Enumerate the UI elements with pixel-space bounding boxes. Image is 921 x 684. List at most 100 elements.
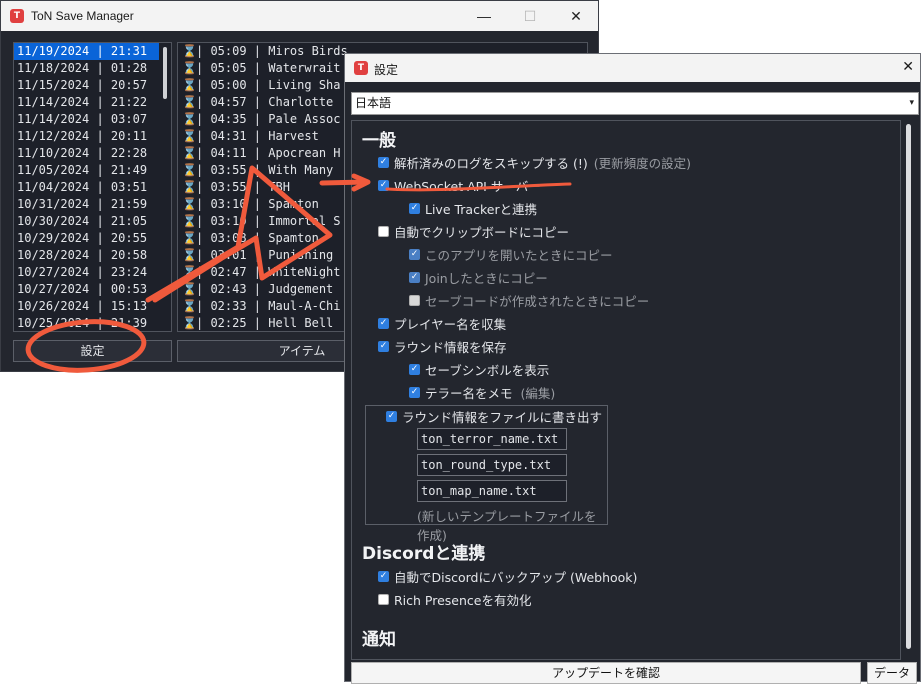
rich-presence-checkbox[interactable]: Rich Presenceを有効化 bbox=[378, 590, 532, 609]
date-list-item[interactable]: 11/19/2024 | 21:31 bbox=[14, 43, 159, 60]
round-list-item-text: | 04:11 | Apocrean H bbox=[196, 146, 341, 160]
check-updates-button[interactable]: アップデートを確認 bbox=[351, 662, 861, 684]
edit-terror-memo-link[interactable]: (編集) bbox=[521, 383, 556, 402]
main-window-title: ToN Save Manager bbox=[31, 9, 134, 23]
date-list-item[interactable]: 11/05/2024 | 21:49 bbox=[14, 162, 171, 179]
round-list-item-text: | 05:05 | Waterwrait bbox=[196, 61, 341, 75]
save-round-info-checkbox[interactable]: ✓ ラウンド情報を保存 bbox=[378, 337, 507, 356]
hourglass-icon: ⌛ bbox=[182, 265, 197, 279]
map-name-file-field[interactable]: ton_map_name.txt bbox=[417, 480, 567, 502]
minimize-button[interactable]: — bbox=[461, 1, 507, 31]
date-list-scroll-thumb[interactable] bbox=[163, 47, 167, 99]
copy-on-savecode-checkbox[interactable]: セーブコードが作成されたときにコピー bbox=[409, 291, 649, 310]
date-list-item[interactable]: 10/31/2024 | 21:59 bbox=[14, 196, 171, 213]
date-list-item[interactable]: 11/10/2024 | 22:28 bbox=[14, 145, 171, 162]
live-tracker-checkbox[interactable]: ✓ Live Trackerと連携 bbox=[409, 199, 537, 218]
close-icon: ✕ bbox=[902, 59, 914, 75]
date-list-item[interactable]: 10/29/2024 | 20:55 bbox=[14, 230, 171, 247]
settings-scroll-thumb[interactable] bbox=[906, 124, 911, 649]
discord-heading: Discordと連携 bbox=[362, 544, 486, 564]
date-list-item[interactable]: 10/28/2024 | 20:58 bbox=[14, 247, 171, 264]
notifications-heading: 通知 bbox=[362, 630, 396, 650]
date-list-item[interactable]: 11/14/2024 | 03:07 bbox=[14, 111, 171, 128]
websocket-label: WebSocket API サーバー bbox=[394, 179, 541, 194]
maximize-button[interactable]: ☐ bbox=[507, 1, 553, 31]
date-list-item[interactable]: 10/27/2024 | 00:53 bbox=[14, 281, 171, 298]
date-list[interactable]: 11/19/2024 | 21:31 11/18/2024 | 01:28 11/1… bbox=[13, 42, 172, 332]
round-list-item-text: | 02:43 | Judgement bbox=[196, 282, 334, 296]
auto-clipboard-label: 自動でクリップボードにコピー bbox=[394, 225, 570, 240]
main-titlebar[interactable]: T ToN Save Manager — ☐ ✕ bbox=[1, 1, 598, 31]
memo-terror-name-label: テラー名をメモ bbox=[425, 386, 513, 401]
collect-player-names-label: プレイヤー名を収集 bbox=[394, 317, 507, 332]
date-list-item[interactable]: 11/04/2024 | 03:51 bbox=[14, 179, 171, 196]
date-list-item[interactable]: 10/25/2024 | 21:39 bbox=[14, 315, 171, 331]
hourglass-icon: ⌛ bbox=[182, 112, 197, 126]
round-list-item-text: | 02:25 | Hell Bell bbox=[196, 316, 334, 330]
round-list-item-text: | 03:08 | Spamton bbox=[196, 231, 319, 245]
hourglass-icon: ⌛ bbox=[182, 197, 197, 211]
round-list-item-text: | 02:33 | Maul-A-Chi bbox=[196, 299, 341, 313]
round-type-file-field[interactable]: ton_round_type.txt bbox=[417, 454, 567, 476]
skip-parsed-checkbox[interactable]: ✓ 解析済みのログをスキップする (!) (更新頻度の設定) bbox=[378, 153, 691, 172]
settings-window-title: 設定 bbox=[374, 63, 399, 77]
round-list-item-text: | 04:57 | Charlotte bbox=[196, 95, 334, 109]
close-button[interactable]: ✕ bbox=[553, 1, 599, 31]
show-save-symbol-label: セーブシンボルを表示 bbox=[425, 363, 550, 378]
hourglass-icon: ⌛ bbox=[182, 163, 197, 177]
checkbox-checked-icon: ✓ bbox=[409, 272, 420, 283]
checkbox-checked-icon: ✓ bbox=[378, 180, 389, 191]
date-list-item[interactable]: 10/27/2024 | 23:24 bbox=[14, 264, 171, 281]
round-list-item-text: | 03:55 | With Many bbox=[196, 163, 334, 177]
settings-scroll-area[interactable]: 一般 ✓ 解析済みのログをスキップする (!) (更新頻度の設定) ✓ WebS… bbox=[351, 120, 901, 660]
settings-button[interactable]: 設定 bbox=[13, 340, 172, 362]
settings-scrollbar[interactable] bbox=[903, 120, 915, 660]
close-icon: ✕ bbox=[570, 7, 582, 24]
hourglass-icon: ⌛ bbox=[182, 248, 197, 262]
round-list-item-text: | 03:01 | Punishing bbox=[196, 248, 334, 262]
discord-backup-label: 自動でDiscordにバックアップ (Webhook) bbox=[394, 570, 638, 585]
date-list-scrollbar[interactable] bbox=[161, 45, 169, 329]
export-round-info-checkbox[interactable]: ✓ ラウンド情報をファイルに書き出す bbox=[386, 407, 602, 426]
hourglass-icon: ⌛ bbox=[182, 129, 197, 143]
round-list-item-text: | 03:10 | Immortal S bbox=[196, 214, 341, 228]
language-select[interactable]: 日本語 ▾ bbox=[351, 92, 919, 115]
date-list-item[interactable]: 11/18/2024 | 01:28 bbox=[14, 60, 171, 77]
collect-player-names-checkbox[interactable]: ✓ プレイヤー名を収集 bbox=[378, 314, 506, 333]
checkbox-unchecked-icon bbox=[378, 594, 389, 605]
date-list-item[interactable]: 10/26/2024 | 15:13 bbox=[14, 298, 171, 315]
checkbox-checked-icon: ✓ bbox=[386, 411, 397, 422]
date-list-item[interactable]: 11/15/2024 | 20:57 bbox=[14, 77, 171, 94]
date-list-item[interactable]: 11/12/2024 | 20:11 bbox=[14, 128, 171, 145]
round-list-item-text: | 03:55 | TBH bbox=[196, 180, 290, 194]
copy-on-join-label: Joinしたときにコピー bbox=[425, 271, 548, 286]
hourglass-icon: ⌛ bbox=[182, 44, 197, 58]
data-button[interactable]: データ bbox=[867, 662, 917, 684]
hourglass-icon: ⌛ bbox=[182, 316, 197, 330]
hourglass-icon: ⌛ bbox=[182, 61, 197, 75]
export-group: ✓ ラウンド情報をファイルに書き出す ton_terror_name.txt t… bbox=[365, 405, 608, 543]
memo-terror-name-checkbox[interactable]: ✓ テラー名をメモ (編集) bbox=[409, 383, 555, 402]
websocket-checkbox[interactable]: ✓ WebSocket API サーバー bbox=[378, 176, 541, 195]
date-list-item[interactable]: 11/14/2024 | 21:22 bbox=[14, 94, 171, 111]
save-round-info-label: ラウンド情報を保存 bbox=[394, 340, 507, 355]
copy-on-open-label: このアプリを開いたときにコピー bbox=[425, 248, 613, 263]
show-save-symbol-checkbox[interactable]: ✓ セーブシンボルを表示 bbox=[409, 360, 549, 379]
export-round-info-label: ラウンド情報をファイルに書き出す bbox=[402, 410, 603, 425]
checkbox-checked-icon: ✓ bbox=[378, 157, 389, 168]
auto-clipboard-checkbox[interactable]: 自動でクリップボードにコピー bbox=[378, 222, 569, 241]
live-tracker-label: Live Trackerと連携 bbox=[425, 202, 538, 217]
discord-backup-checkbox[interactable]: ✓ 自動でDiscordにバックアップ (Webhook) bbox=[378, 567, 637, 586]
date-list-item[interactable]: 10/30/2024 | 21:05 bbox=[14, 213, 171, 230]
checkbox-checked-icon: ✓ bbox=[378, 341, 389, 352]
settings-close-button[interactable]: ✕ bbox=[902, 59, 914, 75]
update-frequency-link[interactable]: (更新頻度の設定) bbox=[594, 153, 691, 172]
copy-on-join-checkbox[interactable]: ✓ Joinしたときにコピー bbox=[409, 268, 548, 287]
rich-presence-label: Rich Presenceを有効化 bbox=[394, 593, 532, 608]
settings-titlebar[interactable]: T 設定 ✕ bbox=[345, 54, 920, 82]
app-logo-icon: T bbox=[354, 61, 368, 75]
terror-name-file-field[interactable]: ton_terror_name.txt bbox=[417, 428, 567, 450]
skip-parsed-label: 解析済みのログをスキップする (!) bbox=[394, 156, 588, 171]
checkbox-checked-icon: ✓ bbox=[409, 364, 420, 375]
copy-on-open-checkbox[interactable]: ✓ このアプリを開いたときにコピー bbox=[409, 245, 613, 264]
